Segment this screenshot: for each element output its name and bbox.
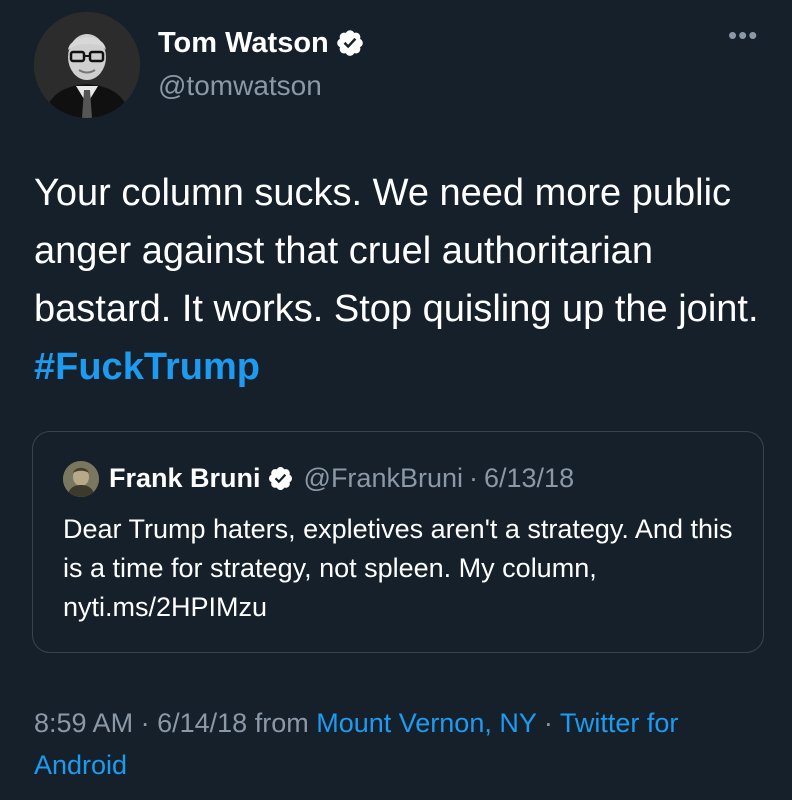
quoted-verified-badge-icon [268, 466, 292, 490]
author-name-row[interactable]: Tom Watson [158, 24, 365, 62]
quoted-tweet-text: Dear Trump haters, expletives aren't a s… [63, 514, 733, 622]
quoted-header: Frank Bruni @FrankBruni · 6/13/18 [109, 460, 574, 496]
tweet-footer: 8:59 AM · 6/14/18 from Mount Vernon, NY … [34, 702, 774, 786]
quoted-author-avatar[interactable] [63, 461, 99, 497]
footer-separator-2: · [543, 708, 553, 738]
author-avatar[interactable] [34, 12, 140, 118]
quoted-separator: · [469, 463, 478, 493]
tweet-card: Tom Watson @tomwatson ••• Your column su… [0, 0, 792, 800]
quoted-tweet[interactable]: Frank Bruni @FrankBruni · 6/13/18 Dear T… [32, 431, 764, 653]
quoted-avatar-photo-icon [63, 461, 99, 497]
author-name[interactable]: Tom Watson [158, 24, 329, 62]
more-options-icon[interactable]: ••• [728, 20, 758, 50]
hashtag-link[interactable]: #FuckTrump [34, 346, 260, 388]
verified-badge-icon [336, 30, 363, 56]
quoted-date[interactable]: 6/13/18 [484, 460, 574, 496]
tweet-text: Your column sucks. We need more public a… [34, 172, 759, 330]
tweet-time[interactable]: 8:59 AM [34, 708, 133, 738]
quoted-author-handle[interactable]: @FrankBruni [304, 460, 463, 496]
footer-separator: · [140, 708, 150, 738]
author-handle[interactable]: @tomwatson [158, 68, 322, 104]
quoted-author-name[interactable]: Frank Bruni [109, 460, 261, 496]
tweet-date[interactable]: 6/14/18 [157, 708, 247, 738]
from-label: from [254, 708, 309, 738]
tweet-body: Your column sucks. We need more public a… [34, 164, 764, 396]
avatar-photo-icon [34, 12, 140, 118]
location-link[interactable]: Mount Vernon, NY [316, 708, 536, 738]
